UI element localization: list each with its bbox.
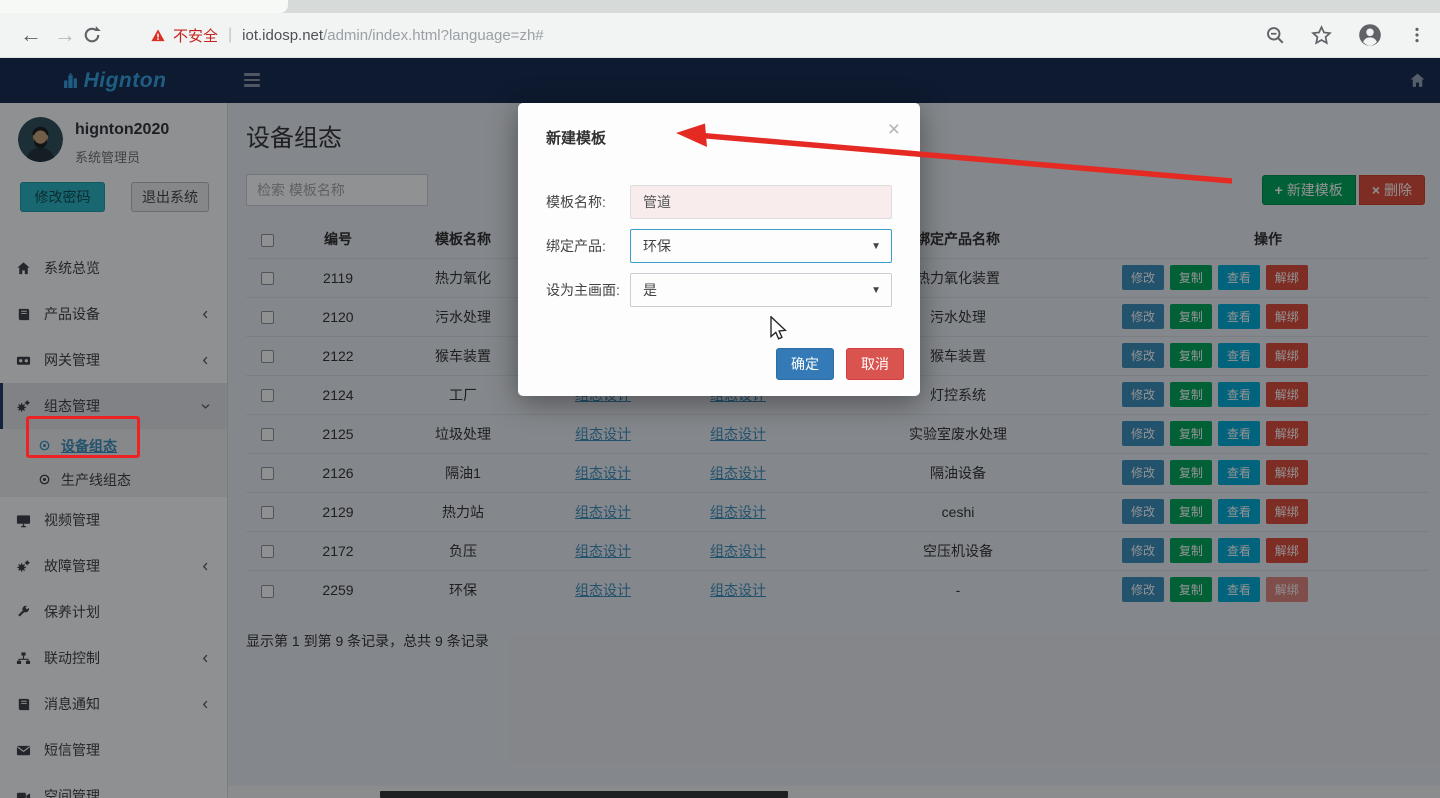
url-separator: | <box>228 26 232 44</box>
bookmark-star-icon[interactable] <box>1311 25 1332 46</box>
insecure-label[interactable]: 不安全 <box>173 25 218 46</box>
browser-chrome: ← → 不安全 | iot.idosp.net/admin/index.html… <box>0 0 1440 58</box>
close-icon[interactable]: × <box>888 119 900 140</box>
cancel-button[interactable]: 取消 <box>846 348 904 380</box>
browser-tab[interactable] <box>0 0 288 13</box>
caret-down-icon: ▼ <box>871 285 881 296</box>
url-domain: iot.idosp.net <box>242 27 323 44</box>
caret-down-icon: ▼ <box>871 241 881 252</box>
modal-title: 新建模板 <box>546 127 606 148</box>
field-label: 模板名称: <box>546 192 630 212</box>
confirm-button[interactable]: 确定 <box>776 348 834 380</box>
field-label: 设为主画面: <box>546 280 630 300</box>
field-main-screen: 设为主画面: 是▼ <box>546 273 892 307</box>
field-bind-product: 绑定产品: 环保▼ <box>546 229 892 263</box>
zoom-out-icon[interactable] <box>1265 25 1285 45</box>
warning-icon <box>150 28 166 43</box>
main-screen-select[interactable]: 是▼ <box>630 273 892 307</box>
app-window: Hignton hignton2020 系统管理员 修改密码 退出系统 <box>0 58 1440 798</box>
profile-avatar-icon[interactable] <box>1358 23 1382 47</box>
field-template-name: 模板名称: <box>546 185 892 219</box>
browser-toolbar: ← → 不安全 | iot.idosp.net/admin/index.html… <box>0 13 1440 58</box>
template-name-input[interactable] <box>630 185 892 219</box>
url-path: /admin/index.html?language=zh# <box>323 27 544 44</box>
address-bar[interactable]: 不安全 | iot.idosp.net/admin/index.html?lan… <box>150 25 544 46</box>
forward-icon[interactable]: → <box>48 22 82 48</box>
tab-strip <box>0 0 1440 13</box>
back-icon[interactable]: ← <box>14 22 48 48</box>
field-label: 绑定产品: <box>546 236 630 256</box>
reload-icon[interactable] <box>82 25 116 45</box>
kebab-menu-icon[interactable] <box>1408 25 1426 45</box>
bind-product-select[interactable]: 环保▼ <box>630 229 892 263</box>
new-template-modal: 新建模板 × 模板名称: 绑定产品: 环保▼ 设为主画面: 是▼ 确定 取消 <box>518 103 920 396</box>
